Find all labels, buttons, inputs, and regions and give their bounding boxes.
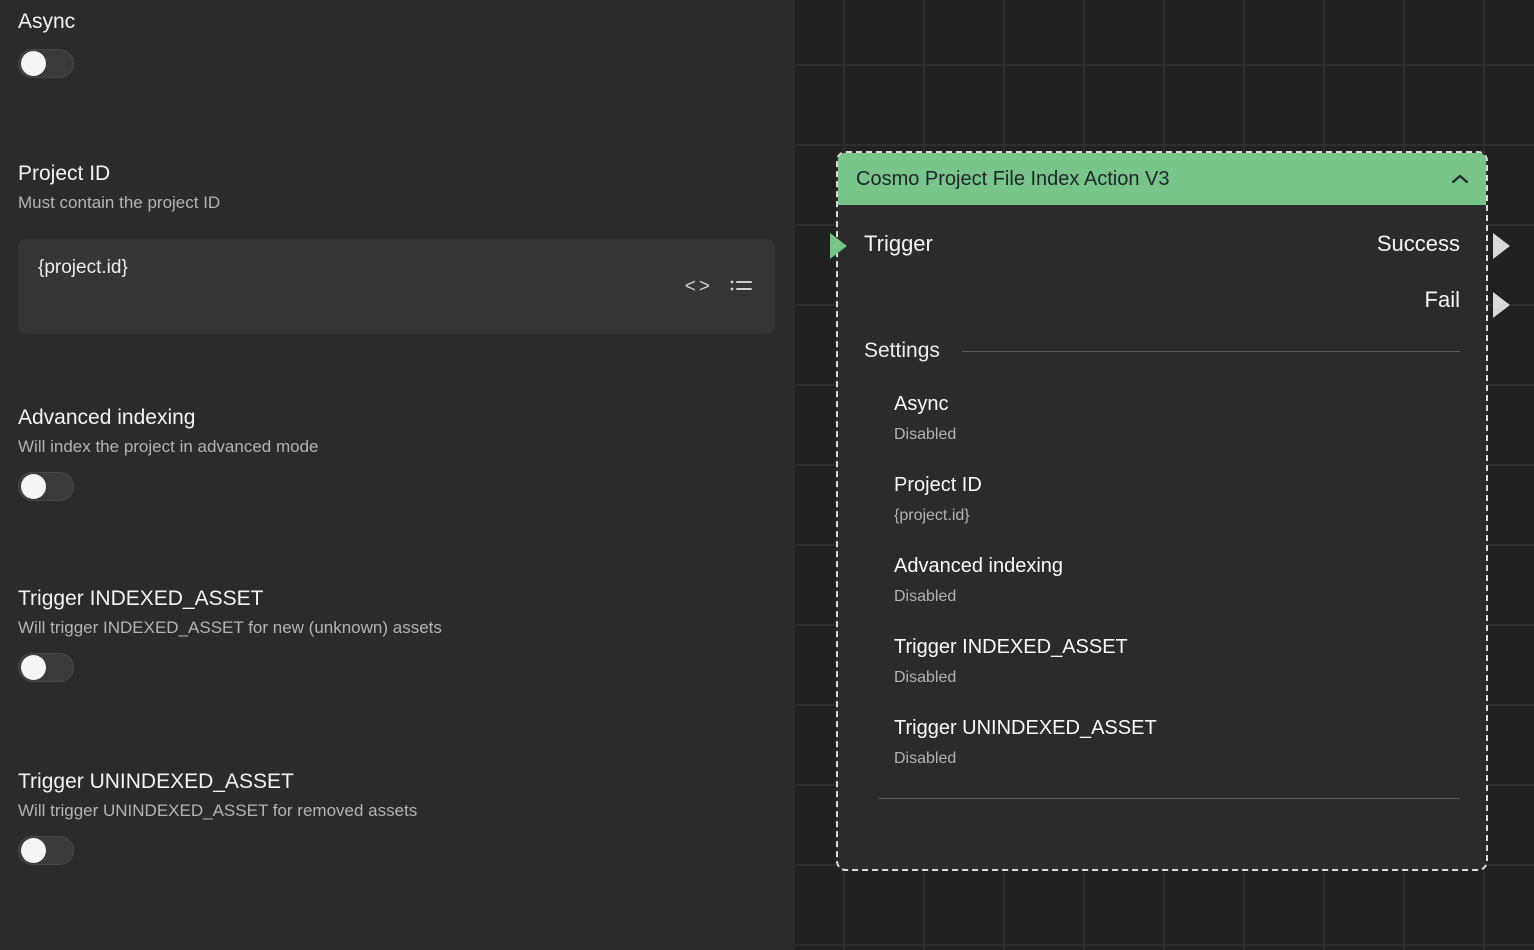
field-label-trigger-unindexed-asset: Trigger UNINDEXED_ASSET <box>18 770 775 794</box>
advanced-indexing-toggle[interactable] <box>18 472 74 501</box>
setting-item-advanced-indexing: Advanced indexing Disabled <box>894 555 1460 606</box>
setting-value: Disabled <box>894 588 1460 606</box>
node-bottom-rule <box>878 798 1460 799</box>
settings-heading-label: Settings <box>864 339 940 363</box>
setting-item-project-id: Project ID {project.id} <box>894 474 1460 525</box>
fail-port-arrow[interactable] <box>1493 292 1510 318</box>
setting-label: Trigger INDEXED_ASSET <box>894 636 1460 659</box>
setting-item-trigger-unindexed-asset: Trigger UNINDEXED_ASSET Disabled <box>894 717 1460 768</box>
toggle-knob <box>21 51 46 76</box>
setting-item-async: Async Disabled <box>894 393 1460 444</box>
field-label-advanced-indexing: Advanced indexing <box>18 406 775 430</box>
list-icon[interactable] <box>729 277 753 297</box>
setting-label: Async <box>894 393 1460 416</box>
node-title: Cosmo Project File Index Action V3 <box>856 168 1169 191</box>
setting-value: {project.id} <box>894 507 1460 525</box>
field-hint-trigger-indexed-asset: Will trigger INDEXED_ASSET for new (unkn… <box>18 618 775 638</box>
code-icon[interactable]: <> <box>685 276 713 298</box>
project-id-input[interactable]: {project.id} <> <box>18 239 775 334</box>
node-card[interactable]: Cosmo Project File Index Action V3 Trigg… <box>836 151 1488 871</box>
settings-list: Async Disabled Project ID {project.id} A… <box>864 393 1460 768</box>
ports-row: Trigger Success <box>864 231 1460 257</box>
field-hint-project-id: Must contain the project ID <box>18 193 775 213</box>
toggle-knob <box>21 474 46 499</box>
setting-value: Disabled <box>894 669 1460 687</box>
node-config-panel: Async Project ID Must contain the projec… <box>0 0 795 950</box>
settings-heading: Settings <box>864 339 1460 363</box>
input-port-label: Trigger <box>864 231 933 257</box>
field-label-async: Async <box>18 10 775 34</box>
setting-label: Project ID <box>894 474 1460 497</box>
setting-value: Disabled <box>894 750 1460 768</box>
node-body: Trigger Success Fail Settings Async Disa… <box>838 205 1486 799</box>
chevron-up-icon[interactable] <box>1452 174 1468 184</box>
success-port-arrow[interactable] <box>1493 233 1510 259</box>
setting-label: Advanced indexing <box>894 555 1460 578</box>
field-label-trigger-indexed-asset: Trigger INDEXED_ASSET <box>18 587 775 611</box>
field-hint-trigger-unindexed-asset: Will trigger UNINDEXED_ASSET for removed… <box>18 801 775 821</box>
node-header[interactable]: Cosmo Project File Index Action V3 <box>838 153 1486 205</box>
async-toggle[interactable] <box>18 49 74 78</box>
field-async: Async <box>18 10 775 78</box>
field-hint-advanced-indexing: Will index the project in advanced mode <box>18 437 775 457</box>
setting-label: Trigger UNINDEXED_ASSET <box>894 717 1460 740</box>
input-icons: <> <box>685 276 753 298</box>
field-project-id: Project ID Must contain the project ID {… <box>18 162 775 334</box>
settings-heading-rule <box>962 351 1460 352</box>
field-trigger-unindexed-asset: Trigger UNINDEXED_ASSET Will trigger UNI… <box>18 770 775 865</box>
field-label-project-id: Project ID <box>18 162 775 186</box>
success-port-label: Success <box>1377 231 1460 257</box>
setting-value: Disabled <box>894 426 1460 444</box>
field-advanced-indexing: Advanced indexing Will index the project… <box>18 406 775 501</box>
fail-port-label: Fail <box>864 287 1460 313</box>
workflow-canvas[interactable]: Cosmo Project File Index Action V3 Trigg… <box>795 0 1534 950</box>
trigger-indexed-asset-toggle[interactable] <box>18 653 74 682</box>
setting-item-trigger-indexed-asset: Trigger INDEXED_ASSET Disabled <box>894 636 1460 687</box>
trigger-unindexed-asset-toggle[interactable] <box>18 836 74 865</box>
toggle-knob <box>21 838 46 863</box>
project-id-value: {project.id} <box>38 257 755 279</box>
workflow-editor: Async Project ID Must contain the projec… <box>0 0 1534 950</box>
toggle-knob <box>21 655 46 680</box>
field-trigger-indexed-asset: Trigger INDEXED_ASSET Will trigger INDEX… <box>18 587 775 682</box>
